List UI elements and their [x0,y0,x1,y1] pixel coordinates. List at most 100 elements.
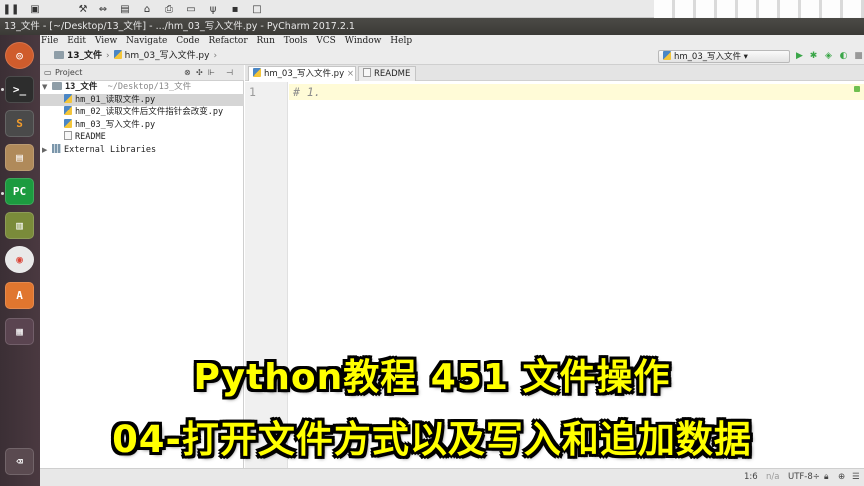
python-file-icon [64,106,72,115]
video-caption-title: Python教程 451 文件操作 [193,357,671,398]
menu-code[interactable]: Code [176,36,199,46]
python-file-icon [64,93,72,103]
root-folder-path: ~/Desktop/13_文件 [107,82,192,92]
save-icon[interactable]: ▣ [28,2,42,16]
menu-file[interactable]: File [41,36,58,46]
disk-icon[interactable]: ▪ [228,2,242,16]
run-config-label: hm_03_写入文件 [674,52,741,62]
pin-icon[interactable]: ⊩ [208,65,215,81]
tab-hm03[interactable]: hm_03_写入文件.py × [248,66,356,81]
ubuntu-dash-icon[interactable]: ◎ [5,42,34,69]
line-separator[interactable]: n/a [766,469,779,486]
python-file-icon [64,118,72,128]
menu-bar: File Edit View Navigate Code Refactor Ru… [40,35,864,48]
external-libraries-label: External Libraries [64,144,157,155]
inspection-ok-icon[interactable] [854,86,860,92]
swap-icon[interactable]: ⇔ [96,2,110,16]
folder-icon [54,51,64,59]
tree-external-libraries[interactable]: ▶ External Libraries [40,143,244,157]
project-panel-label[interactable]: Project [55,65,82,81]
line-number: 1 [249,85,256,99]
paste-icon[interactable]: ▤ [118,2,132,16]
expand-arrow-icon[interactable]: ▶ [42,144,52,157]
video-caption-subtitle: 04-打开文件方式以及写入和追加数据 [112,418,752,461]
image-icon[interactable]: ▭ [184,2,198,16]
settings-icon[interactable]: ✣ [196,65,203,81]
menu-tools[interactable]: Tools [284,36,308,46]
lock-icon[interactable]: ⌂ [140,2,154,16]
file-name: hm_03_写入文件.py [75,119,156,130]
project-view-icon: ▭ [44,68,52,77]
chevron-right-icon: › [106,51,110,61]
python-file-icon [663,51,671,60]
collapse-icon[interactable]: ⊣ [226,65,233,81]
file-encoding[interactable]: UTF-8÷ [788,469,820,486]
breadcrumb: 13_文件 › hm_03_写入文件.py › [54,48,221,65]
expand-arrow-icon[interactable]: ▼ [42,81,52,94]
git-icon[interactable]: ⊕ [838,469,845,486]
event-log-icon[interactable]: ☰ [852,469,860,486]
tree-file-item[interactable]: README [40,131,244,144]
run-config-select[interactable]: hm_03_写入文件 ▾ [658,50,790,63]
text-file-icon [363,68,371,77]
root-folder-name: 13_文件 [65,82,98,92]
folder-icon [52,82,62,90]
code-line[interactable]: # 1. [293,85,321,99]
menu-view[interactable]: View [95,36,117,46]
python-file-icon [113,50,122,59]
menu-refactor[interactable]: Refactor [208,36,247,46]
cursor-position[interactable]: 1:6 [744,469,758,486]
breadcrumb-folder[interactable]: 13_文件 [67,51,102,61]
running-indicator [1,192,4,195]
usb-icon[interactable]: ψ [206,2,220,16]
workspace-switcher-icon[interactable]: ▦ [5,318,34,345]
breadcrumb-file[interactable]: hm_03_写入文件.py [125,51,210,61]
tree-root-folder[interactable]: ▼ 13_文件 ~/Desktop/13_文件 [40,81,244,94]
file-name: README [75,132,106,142]
debug-icon[interactable]: ✱ [808,51,819,62]
decorative-strip [654,0,864,18]
text-file-icon [64,131,72,140]
menu-run[interactable]: Run [257,36,275,46]
file-name: hm_01_读取文件.py [75,94,156,105]
tab-label: README [374,69,411,79]
window-icon[interactable]: □ [250,2,264,16]
running-indicator [1,88,4,91]
tree-file-item[interactable]: hm_01_读取文件.py [40,93,244,106]
menu-window[interactable]: Window [345,36,382,46]
pycharm-icon[interactable]: PC [5,178,34,205]
lock-icon[interactable]: 🔒︎ [824,469,829,486]
chrome-icon[interactable]: ◉ [5,246,34,273]
menu-help[interactable]: Help [390,36,412,46]
menu-vcs[interactable]: VCS [316,36,336,46]
tab-label: hm_03_写入文件.py [264,69,345,79]
window-title: 13_文件 - [~/Desktop/13_文件] - .../hm_03_写入… [0,18,864,35]
coverage-icon[interactable]: ◈ [823,51,834,62]
editor-tabs: hm_03_写入文件.py × README [245,65,864,81]
close-icon[interactable]: × [347,69,354,79]
chevron-right-icon: › [213,51,218,61]
tree-file-item[interactable]: hm_02_读取文件后文件指针会改变.py [40,106,244,119]
pause-icon[interactable]: ❚❚ [3,2,20,16]
menu-edit[interactable]: Edit [67,36,86,46]
menu-navigate[interactable]: Navigate [126,36,167,46]
tab-readme[interactable]: README [358,66,416,81]
file-name: hm_02_读取文件后文件指针会改变.py [75,107,224,117]
library-icon [52,143,61,153]
wrench-icon[interactable]: ⚒ [76,2,90,16]
navigation-bar: 13_文件 › hm_03_写入文件.py › hm_03_写入文件 ▾ ▶ ✱ ◈ … [40,48,864,65]
sublime-text-icon[interactable]: S [5,110,34,137]
print-icon[interactable]: ⎙ [162,2,176,16]
current-line-highlight [289,84,864,100]
software-center-icon[interactable]: A [5,282,34,309]
gear-icon[interactable]: ⊗ [184,65,191,81]
run-icon[interactable]: ▶ [794,51,805,62]
file-manager-icon[interactable]: ▤ [5,144,34,171]
terminal-icon[interactable]: >_ [5,76,34,103]
books-icon[interactable]: ▥ [5,212,34,239]
python-file-icon [253,68,261,77]
tree-file-item[interactable]: hm_03_写入文件.py [40,118,244,132]
profile-icon[interactable]: ◐ [838,51,849,62]
project-panel-header: ▭ Project ⊗ ✣ ⊩ ⊣ [40,65,244,81]
stop-icon[interactable]: ■ [853,51,864,62]
